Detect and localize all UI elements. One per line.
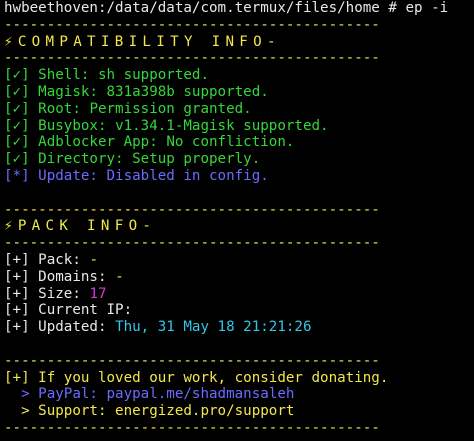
pack-item-current-ip: [+] Current IP: (4, 302, 474, 319)
pack-value: - (115, 268, 124, 285)
plus-mark: [+] (4, 302, 30, 319)
compat-value: Disabled in config. (106, 167, 269, 184)
check-mark: [✓] (4, 100, 30, 117)
pack-item-domains: [+] Domains: - (4, 269, 474, 286)
support-line[interactable]: > Support: energized.pro/support (4, 403, 474, 420)
check-mark: [✓] (4, 67, 30, 84)
plus-mark: [+] (4, 319, 30, 336)
compat-label: Magisk: (38, 83, 98, 100)
command-text: ep -i (405, 0, 449, 16)
donate-message: [+] If you loved our work, consider dona… (4, 369, 389, 386)
plus-mark: [+] (4, 285, 30, 302)
compat-label: Shell: (38, 67, 90, 84)
compat-label: Adblocker App: (38, 134, 158, 151)
separator-pack-top: ----------------------------------------… (4, 201, 380, 218)
plus-mark: [+] (4, 251, 30, 268)
pack-item-updated: [+] Updated: Thu, 31 May 18 21:21:26 (4, 319, 474, 336)
paypal-prefix: > PayPal: (4, 386, 98, 403)
compat-value: Permission granted. (89, 100, 252, 117)
prompt-path: hwbeethoven:/data/data/com.termux/files/… (4, 0, 406, 16)
compat-item-directory: [✓] Directory: Setup properly. (4, 151, 474, 168)
pack-value: - (89, 251, 98, 268)
separator-donate-top: ----------------------------------------… (4, 352, 380, 369)
compat-item-root: [✓] Root: Permission granted. (4, 101, 474, 118)
compat-item-magisk: [✓] Magisk: 831a398b supported. (4, 84, 474, 101)
paypal-line: > PayPal: paypal.me/shadmansaleh (4, 386, 474, 403)
compat-item-shell: [✓] Shell: sh supported. (4, 67, 474, 84)
compat-value: sh supported. (97, 67, 210, 84)
pack-label: Domains: (38, 268, 107, 285)
compat-item-busybox: [✓] Busybox: v1.34.1-Magisk supported. (4, 118, 474, 135)
check-mark: [✓] (4, 151, 30, 168)
compat-value: v1.34.1-Magisk supported. (115, 117, 329, 134)
check-mark: [✓] (4, 117, 30, 134)
paypal-link[interactable]: paypal.me/shadmansaleh (107, 386, 295, 402)
terminal-window: hwbeethoven:/data/data/com.termux/files/… (0, 0, 474, 441)
compat-label: Busybox: (38, 117, 107, 134)
separator-pack: ----------------------------------------… (4, 235, 380, 252)
pack-label: Current IP: (38, 302, 133, 319)
pack-value: 17 (89, 285, 107, 302)
compat-value: 831a398b supported. (106, 83, 269, 100)
pack-label: Pack: (38, 251, 81, 268)
compat-value: No confliction. (166, 134, 295, 151)
pack-section-title: ⚡PACK INFO- (4, 218, 157, 235)
pack-label: Updated: (38, 319, 107, 336)
plus-mark: [+] (4, 268, 30, 285)
separator-compat: ----------------------------------------… (4, 50, 380, 67)
compat-label: Directory: (38, 151, 124, 168)
pack-item-size: [+] Size: 17 (4, 286, 474, 303)
compat-section-title: ⚡COMPATIBILITY INFO- (4, 33, 281, 50)
check-mark: [✓] (4, 134, 30, 151)
compat-label: Update: (38, 167, 98, 184)
separator-top: ----------------------------------------… (4, 16, 380, 33)
compat-item-adblocker: [✓] Adblocker App: No confliction. (4, 134, 474, 151)
check-mark: [✓] (4, 83, 30, 100)
compat-label: Root: (38, 100, 81, 117)
command-prompt-line[interactable]: hwbeethoven:/data/data/com.termux/files/… (4, 0, 474, 17)
pack-item-pack: [+] Pack: - (4, 252, 474, 269)
separator-bottom: ----------------------------------------… (4, 419, 380, 436)
pack-label: Size: (38, 285, 81, 302)
compat-value: Setup properly. (132, 151, 261, 168)
pack-value: Thu, 31 May 18 21:21:26 (115, 319, 312, 336)
compat-item-update: [*] Update: Disabled in config. (4, 168, 474, 185)
info-mark: [*] (4, 167, 30, 184)
